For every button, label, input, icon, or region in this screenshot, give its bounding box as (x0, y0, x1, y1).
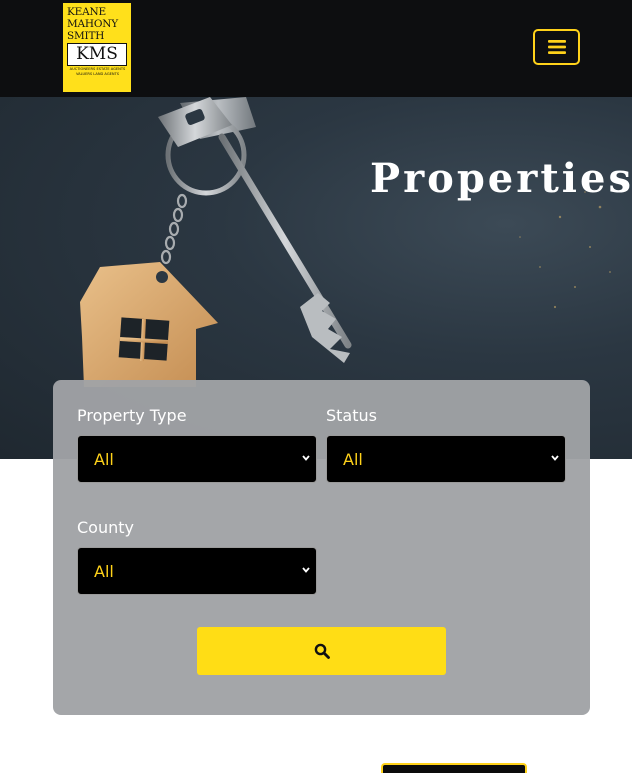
chevron-down-icon (302, 455, 310, 461)
menu-toggle-button[interactable] (533, 29, 580, 65)
logo-tagline-1: AUCTIONEERS ESTATE AGENTS (69, 67, 126, 71)
property-type-label: Property Type (77, 406, 187, 425)
county-select[interactable]: All (77, 547, 317, 595)
chevron-down-icon (302, 567, 310, 573)
logo-line-3: SMITH (67, 30, 105, 42)
property-search-panel: Property Type All Status All County All (53, 380, 590, 715)
property-type-value: All (94, 449, 114, 469)
kms-logo[interactable]: KEANE MAHONY SMITH KMS AUCTIONEERS ESTAT… (63, 3, 131, 92)
search-button[interactable] (197, 627, 446, 675)
search-icon (314, 643, 330, 659)
status-select[interactable]: All (326, 435, 566, 483)
property-type-select[interactable]: All (77, 435, 317, 483)
chevron-down-icon (551, 455, 559, 461)
logo-mark: KMS (67, 43, 127, 66)
logo-line-1: KEANE (67, 6, 106, 18)
county-value: All (94, 561, 114, 581)
county-label: County (77, 518, 134, 537)
logo-line-2: MAHONY (67, 18, 119, 30)
site-header: KEANE MAHONY SMITH KMS AUCTIONEERS ESTAT… (0, 0, 632, 97)
hamburger-icon (547, 40, 566, 54)
logo-tagline-2: VALUERS LAND AGENTS (75, 72, 120, 77)
partial-button-offscreen[interactable] (381, 763, 527, 773)
status-value: All (343, 449, 363, 469)
status-label: Status (326, 406, 377, 425)
page-title: Properties (370, 155, 632, 202)
